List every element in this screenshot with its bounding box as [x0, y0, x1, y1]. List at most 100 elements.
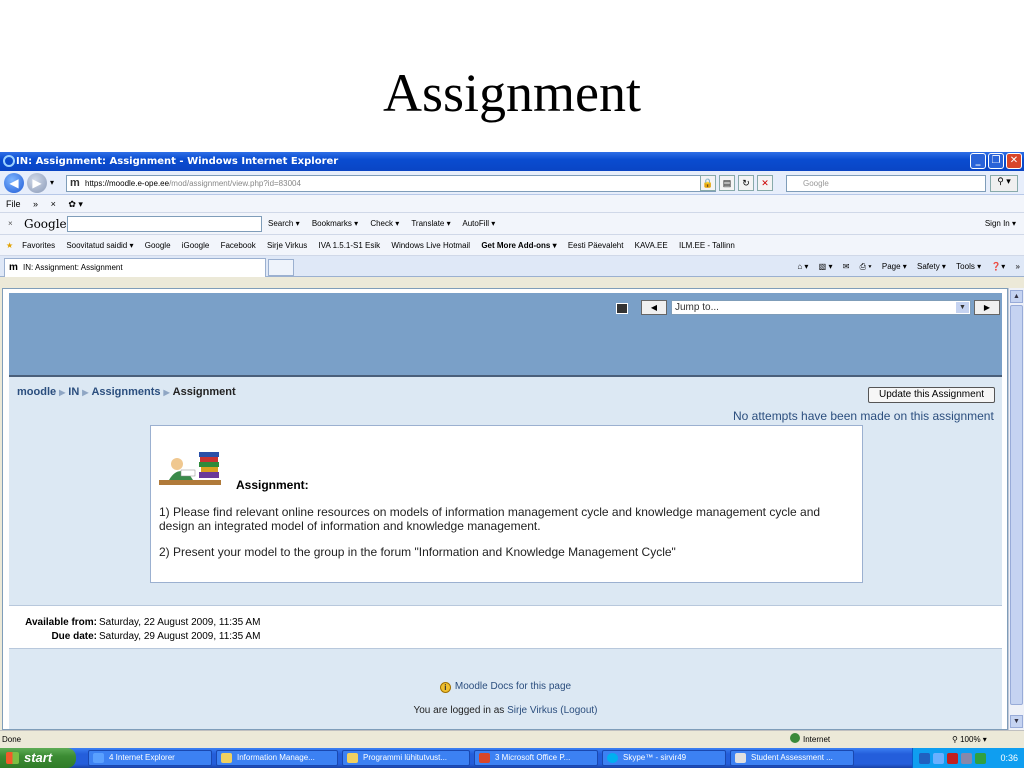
fav-sirje-virkus[interactable]: Sirje Virkus	[267, 241, 307, 250]
tools-menu[interactable]: Tools ▾	[956, 262, 981, 271]
compat-view-icon[interactable]: ▤	[719, 175, 735, 191]
task-internet-explorer[interactable]: 4 Internet Explorer	[88, 750, 212, 766]
update-assignment-button[interactable]: Update this Assignment	[868, 387, 995, 403]
security-zone[interactable]: Internet	[790, 731, 830, 749]
assignment-intro-box: Assignment: 1) Please find relevant onli…	[150, 425, 863, 583]
powerpoint-icon	[479, 753, 490, 763]
breadcrumb-separator-icon: ▶	[82, 388, 89, 397]
restore-button[interactable]: ❐	[988, 153, 1004, 169]
next-activity-button[interactable]: ▶	[974, 300, 1000, 315]
lock-icon[interactable]: 🔒	[700, 175, 716, 191]
fav-get-addons[interactable]: Get More Add-ons ▾	[481, 241, 556, 250]
fav-iva[interactable]: IVA 1.5.1-S1 Esik	[318, 241, 380, 250]
logout-link[interactable]: (Logout)	[560, 705, 597, 716]
back-button[interactable]: ◀	[4, 173, 24, 193]
task-label: Student Assessment ...	[751, 753, 833, 762]
start-button[interactable]: start	[0, 748, 76, 768]
scroll-thumb[interactable]	[1010, 305, 1023, 705]
globe-icon	[790, 733, 800, 743]
mail-icon[interactable]: ✉	[843, 262, 850, 271]
page-viewport: ◀ Jump to... ▼ ▶ moodle ▶ IN ▶ Assignments ▶ A…	[2, 288, 1008, 730]
task-programmi[interactable]: Programmi lühitutvust...	[342, 750, 470, 766]
window-titlebar[interactable]: IN: Assignment: Assignment - Windows Int…	[0, 152, 1024, 171]
fav-hotmail[interactable]: Windows Live Hotmail	[391, 241, 470, 250]
feeds-icon[interactable]: ▧ ▾	[819, 262, 833, 271]
skype-icon	[607, 753, 618, 763]
docs-footer: i Moodle Docs for this page	[9, 681, 1002, 693]
fav-kava[interactable]: KAVA.EE	[635, 241, 668, 250]
zoom-value: 100%	[960, 735, 981, 744]
google-toolbar-close-icon[interactable]: ×	[8, 213, 13, 235]
task-label: Programmi lühitutvust...	[363, 753, 448, 762]
google-autofill-button[interactable]: AutoFill ▾	[462, 219, 495, 228]
nav-dropdown-icon[interactable]: ▾	[50, 178, 54, 187]
task-office[interactable]: 3 Microsoft Office P...	[474, 750, 598, 766]
document-icon	[735, 753, 746, 763]
breadcrumb-separator-icon: ▶	[59, 388, 66, 397]
user-profile-link[interactable]: Sirje Virkus	[507, 705, 557, 716]
info-icon: i	[439, 682, 451, 693]
safety-menu[interactable]: Safety ▾	[917, 262, 946, 271]
new-tab-button[interactable]	[268, 259, 294, 276]
task-label: Skype™ - sirvir49	[623, 753, 687, 762]
tray-antivirus-icon[interactable]	[947, 753, 958, 764]
fav-facebook[interactable]: Facebook	[221, 241, 256, 250]
previous-activity-button[interactable]: ◀	[641, 300, 667, 315]
attempts-status[interactable]: No attempts have been made on this assig…	[733, 409, 994, 423]
google-signin-button[interactable]: Sign In ▾	[985, 213, 1016, 235]
fav-paevaleht[interactable]: Eesti Päevaleht	[568, 241, 624, 250]
breadcrumb-current: Assignment	[172, 386, 236, 398]
fav-ilm[interactable]: ILM.EE - Tallinn	[679, 241, 735, 250]
fav-google[interactable]: Google	[145, 241, 171, 250]
scroll-down-icon[interactable]: ▼	[1010, 715, 1023, 728]
breadcrumb-in[interactable]: IN	[68, 386, 79, 398]
refresh-icon[interactable]: ↻	[738, 175, 754, 191]
tray-wireless-icon[interactable]	[975, 753, 986, 764]
fav-igoogle[interactable]: iGoogle	[182, 241, 210, 250]
moodle-docs-link[interactable]: Moodle Docs for this page	[455, 681, 571, 692]
favorites-star-icon[interactable]: ★	[6, 241, 13, 250]
windows-flag-icon	[6, 752, 19, 764]
breadcrumb-moodle[interactable]: moodle	[17, 386, 56, 398]
help-icon[interactable]: ❓▾	[991, 262, 1005, 271]
google-search-button[interactable]: Search ▾	[268, 219, 300, 228]
stop-icon[interactable]: ✕	[757, 175, 773, 191]
google-search-input[interactable]	[67, 216, 262, 232]
menu-extension-icon[interactable]: ✿ ▾	[68, 199, 83, 209]
address-input[interactable]: m https://moodle.e-ope.ee/mod/assignment…	[66, 175, 716, 192]
favorites-button[interactable]: Favorites	[22, 241, 55, 250]
tray-network-icon[interactable]	[919, 753, 930, 764]
home-icon[interactable]: ⌂ ▾	[797, 262, 808, 271]
google-bookmarks-button[interactable]: Bookmarks ▾	[312, 219, 358, 228]
task-information-manage[interactable]: Information Manage...	[216, 750, 338, 766]
google-check-button[interactable]: Check ▾	[370, 219, 399, 228]
menu-file[interactable]: File	[6, 199, 21, 209]
print-icon[interactable]: ⎙ ▾	[860, 262, 872, 271]
close-window-button[interactable]: ✕	[1006, 153, 1022, 169]
forward-button[interactable]: ▶	[27, 173, 47, 193]
tray-skype-icon[interactable]	[933, 753, 944, 764]
google-translate-button[interactable]: Translate ▾	[411, 219, 450, 228]
logged-in-text: You are logged in as	[413, 705, 505, 716]
fav-soovitatud[interactable]: Soovitatud saidid ▾	[66, 241, 133, 250]
page-menu[interactable]: Page ▾	[882, 262, 907, 271]
moodle-header: ◀ Jump to... ▼ ▶	[9, 293, 1002, 377]
breadcrumb-assignments[interactable]: Assignments	[91, 386, 160, 398]
menu-close-icon[interactable]: ×	[51, 199, 56, 209]
task-student-assessment[interactable]: Student Assessment ...	[730, 750, 854, 766]
jump-to-select[interactable]: Jump to... ▼	[671, 300, 971, 315]
more-commands-icon[interactable]: »	[1016, 262, 1020, 271]
search-icon[interactable]: ⚲ ▾	[990, 175, 1018, 192]
save-icon[interactable]	[616, 303, 628, 314]
scroll-up-icon[interactable]: ▲	[1010, 290, 1023, 303]
tab-assignment[interactable]: m IN: Assignment: Assignment	[4, 258, 266, 277]
menu-more-icon[interactable]: »	[33, 199, 38, 209]
system-tray: 0:36	[912, 748, 1024, 768]
vertical-scrollbar[interactable]: ▲ ▼	[1008, 288, 1024, 730]
search-input[interactable]: Google	[786, 175, 986, 192]
task-skype[interactable]: Skype™ - sirvir49	[602, 750, 726, 766]
folder-icon	[221, 753, 232, 763]
tray-display-icon[interactable]	[961, 753, 972, 764]
zoom-level[interactable]: ⚲ 100% ▾	[952, 731, 987, 749]
minimize-button[interactable]: _	[970, 153, 986, 169]
